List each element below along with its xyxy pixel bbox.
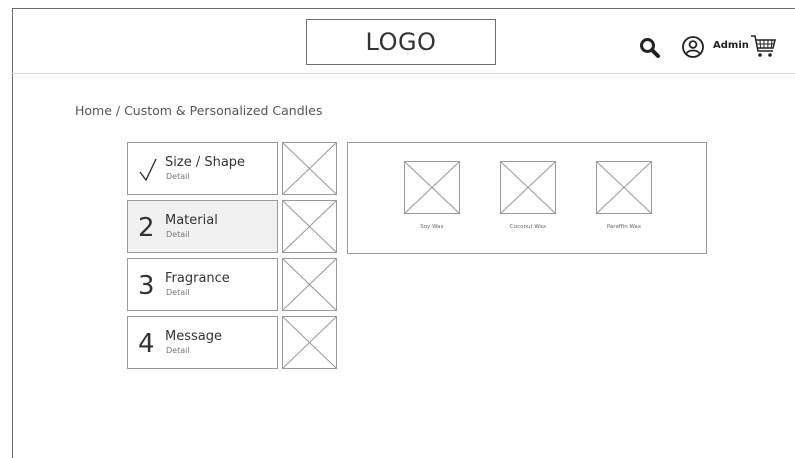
- step-title: Size / Shape: [165, 155, 245, 170]
- breadcrumb[interactable]: Home / Custom & Personalized Candles: [75, 103, 322, 118]
- material-options-panel: Soy Wax Coconut Wax Paraffin Wax: [347, 142, 707, 254]
- step-title: Fragrance: [165, 271, 230, 286]
- option-image-placeholder: [500, 161, 556, 214]
- step-message[interactable]: 4 Message Detail: [127, 316, 278, 369]
- option-soy-wax[interactable]: Soy Wax: [397, 161, 467, 230]
- step-detail: Detail: [166, 346, 190, 355]
- step-detail: Detail: [166, 172, 190, 181]
- logo[interactable]: LOGO: [306, 19, 496, 65]
- option-label: Soy Wax: [397, 224, 467, 230]
- step-number: 2: [138, 213, 155, 243]
- check-icon: [138, 157, 158, 183]
- step-image-placeholder: [282, 316, 337, 369]
- step-title: Message: [165, 329, 222, 344]
- step-image-placeholder: [282, 142, 337, 195]
- user-icon[interactable]: [681, 35, 705, 59]
- step-fragrance[interactable]: 3 Fragrance Detail: [127, 258, 278, 311]
- step-size-shape[interactable]: Size / Shape Detail: [127, 142, 278, 195]
- step-number: 4: [138, 329, 155, 359]
- step-material[interactable]: 2 Material Detail: [127, 200, 278, 253]
- cart-icon[interactable]: [750, 33, 776, 59]
- step-detail: Detail: [166, 288, 190, 297]
- user-name-label[interactable]: Admin: [713, 40, 749, 51]
- search-icon[interactable]: [638, 36, 662, 60]
- step-number: 3: [138, 271, 155, 301]
- option-image-placeholder: [404, 161, 460, 214]
- step-image-placeholder: [282, 200, 337, 253]
- step-image-placeholder: [282, 258, 337, 311]
- step-title: Material: [165, 213, 218, 228]
- option-coconut-wax[interactable]: Coconut Wax: [493, 161, 563, 230]
- option-label: Paraffin Wax: [589, 224, 659, 230]
- option-paraffin-wax[interactable]: Paraffin Wax: [589, 161, 659, 230]
- option-image-placeholder: [596, 161, 652, 214]
- option-label: Coconut Wax: [493, 224, 563, 230]
- step-detail: Detail: [166, 230, 190, 239]
